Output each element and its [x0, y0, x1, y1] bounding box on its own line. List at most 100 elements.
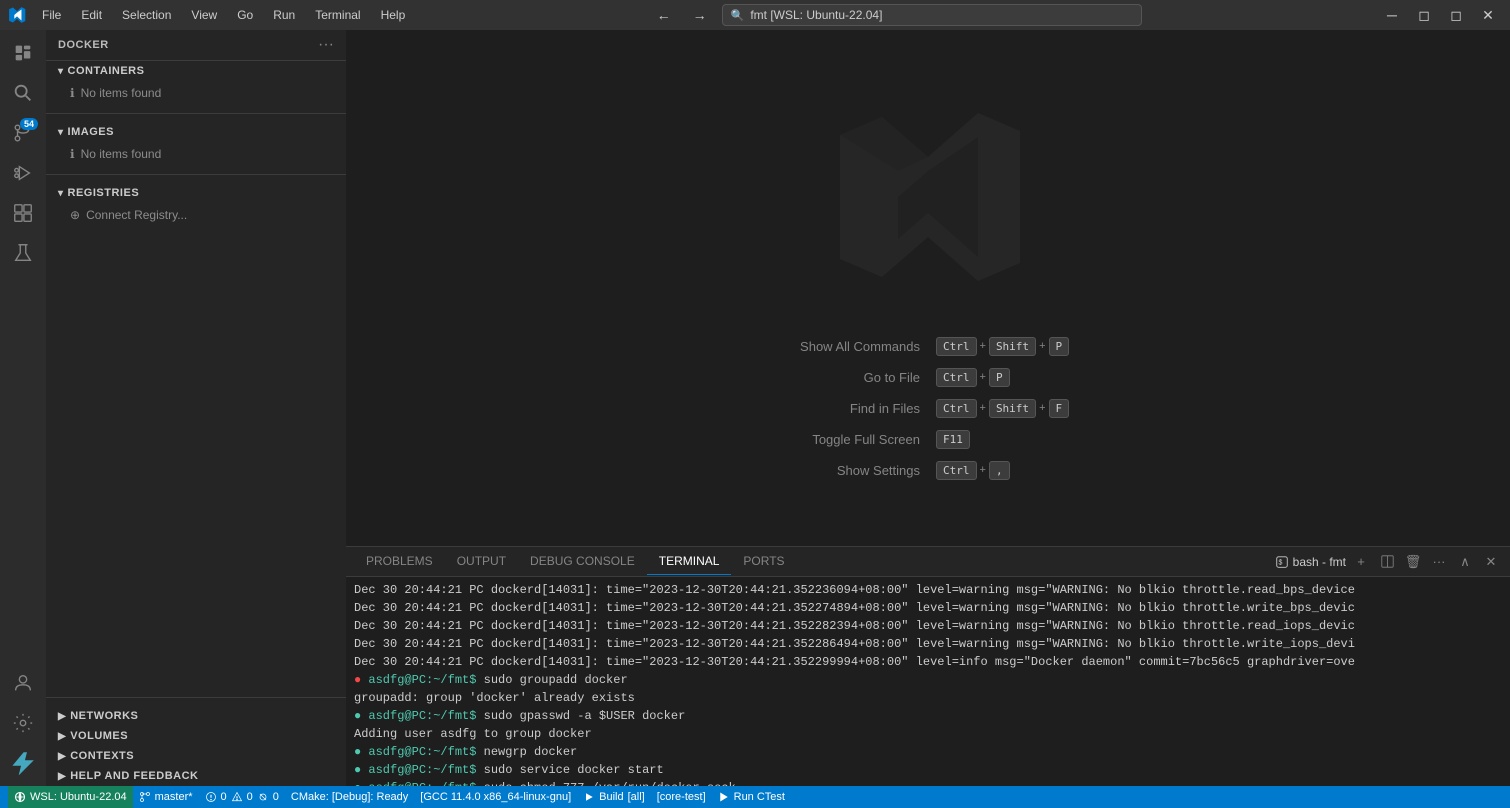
- images-section-header[interactable]: ▾ IMAGES: [46, 122, 346, 142]
- go-to-file-label: Go to File: [688, 370, 920, 385]
- command-all-commands: Show All Commands Ctrl + Shift + P: [688, 337, 1168, 356]
- volumes-chevron: ▶: [58, 731, 66, 742]
- sidebar-more-button[interactable]: ···: [318, 36, 334, 54]
- containers-section-header[interactable]: ▾ CONTAINERS: [46, 61, 346, 81]
- divider-3: [46, 697, 346, 698]
- tab-terminal[interactable]: TERMINAL: [647, 548, 732, 575]
- registries-section-header[interactable]: ▾ REGISTRIES: [46, 183, 346, 203]
- images-no-items: ℹ No items found: [46, 144, 346, 164]
- menu-run[interactable]: Run: [265, 6, 303, 24]
- terminal-content[interactable]: Dec 30 20:44:21 PC dockerd[14031]: time=…: [346, 577, 1510, 786]
- activity-settings[interactable]: [4, 704, 42, 742]
- activity-extensions[interactable]: [4, 194, 42, 232]
- activity-docker[interactable]: [4, 744, 42, 782]
- toggle-fullscreen-label: Toggle Full Screen: [688, 432, 920, 447]
- term-line-6: ● asdfg@PC:~/fmt$ sudo groupadd docker: [354, 671, 1502, 689]
- menu-selection[interactable]: Selection: [114, 6, 179, 24]
- term-line-7: groupadd: group 'docker' already exists: [354, 689, 1502, 707]
- close-button[interactable]: ✕: [1474, 4, 1502, 26]
- fullscreen-keys: F11: [936, 430, 1168, 449]
- close-panel-button[interactable]: ✕: [1480, 551, 1502, 573]
- volumes-label: VOLUMES: [70, 730, 128, 742]
- menu-go[interactable]: Go: [229, 6, 261, 24]
- containers-content: ℹ No items found: [46, 81, 346, 105]
- term-line-10: ● asdfg@PC:~/fmt$ newgrp docker: [354, 743, 1502, 761]
- images-content: ℹ No items found: [46, 142, 346, 166]
- terminal-more-button[interactable]: ···: [1428, 551, 1450, 573]
- term-line-9: Adding user asdfg to group docker: [354, 725, 1502, 743]
- kbd-f: F: [1049, 399, 1070, 418]
- find-in-files-keys: Ctrl + Shift + F: [936, 399, 1168, 418]
- vscode-logo: [8, 6, 26, 24]
- volumes-section-header[interactable]: ▶ VOLUMES: [46, 726, 346, 746]
- sidebar-title: DOCKER: [58, 39, 109, 51]
- images-no-items-text: No items found: [81, 147, 162, 161]
- kbd-shift-3: Shift: [989, 399, 1036, 418]
- status-cmake[interactable]: CMake: [Debug]: Ready: [285, 786, 414, 808]
- connect-registry-icon: ⊕: [70, 208, 80, 222]
- new-terminal-button[interactable]: +: [1350, 551, 1372, 573]
- help-chevron: ▶: [58, 771, 66, 782]
- restore-button[interactable]: ◻: [1410, 4, 1438, 26]
- sidebar: DOCKER ··· ▾ CONTAINERS ℹ No items found…: [46, 30, 346, 786]
- tab-debug-console[interactable]: DEBUG CONSOLE: [518, 548, 647, 575]
- tab-ports[interactable]: PORTS: [731, 548, 796, 575]
- status-wsl[interactable]: WSL: Ubuntu-22.04: [8, 786, 133, 808]
- menu-terminal[interactable]: Terminal: [307, 6, 368, 24]
- help-label: HELP AND FEEDBACK: [70, 770, 198, 782]
- menu-edit[interactable]: Edit: [73, 6, 110, 24]
- connect-registry-text: Connect Registry...: [86, 208, 187, 222]
- images-info-icon: ℹ: [70, 147, 75, 161]
- minimize-button[interactable]: ─: [1378, 4, 1406, 26]
- images-chevron: ▾: [58, 127, 64, 138]
- containers-no-items: ℹ No items found: [46, 83, 346, 103]
- contexts-section-header[interactable]: ▶ CONTEXTS: [46, 746, 346, 766]
- status-branch[interactable]: master*: [133, 786, 199, 808]
- tab-problems[interactable]: PROBLEMS: [354, 548, 445, 575]
- activity-run-debug[interactable]: [4, 154, 42, 192]
- kbd-ctrl-2: Ctrl: [936, 368, 977, 387]
- svg-text:$: $: [1278, 559, 1282, 566]
- titlebar-menu: File Edit Selection View Go Run Terminal…: [34, 6, 413, 24]
- maximize-button[interactable]: ◻: [1442, 4, 1470, 26]
- contexts-label: CONTEXTS: [70, 750, 134, 762]
- containers-label: CONTAINERS: [68, 65, 145, 77]
- status-errors[interactable]: 0 0 0: [199, 786, 285, 808]
- kill-terminal-button[interactable]: 🗑: [1402, 551, 1424, 573]
- kbd-shift-1: Shift: [989, 337, 1036, 356]
- term-line-4: Dec 30 20:44:21 PC dockerd[14031]: time=…: [354, 635, 1502, 653]
- activity-explorer[interactable]: [4, 34, 42, 72]
- source-control-badge: 54: [20, 118, 38, 130]
- status-core-test[interactable]: [core-test]: [651, 786, 712, 808]
- images-label: IMAGES: [68, 126, 114, 138]
- term-line-1: Dec 30 20:44:21 PC dockerd[14031]: time=…: [354, 581, 1502, 599]
- show-settings-label: Show Settings: [688, 463, 920, 478]
- activity-testing[interactable]: [4, 234, 42, 272]
- activity-account[interactable]: [4, 664, 42, 702]
- command-search-bar[interactable]: 🔍 fmt [WSL: Ubuntu-22.04]: [722, 4, 1142, 26]
- status-run-ctest[interactable]: Run CTest: [712, 786, 791, 808]
- networks-section-header[interactable]: ▶ NETWORKS: [46, 706, 346, 726]
- status-gcc[interactable]: [GCC 11.4.0 x86_64-linux-gnu]: [414, 786, 577, 808]
- settings-keys: Ctrl + ,: [936, 461, 1168, 480]
- nav-back-button[interactable]: ←: [650, 4, 678, 26]
- help-section-header[interactable]: ▶ HELP AND FEEDBACK: [46, 766, 346, 786]
- maximize-panel-button[interactable]: ∧: [1454, 551, 1476, 573]
- kbd-p-2: P: [989, 368, 1010, 387]
- tab-output[interactable]: OUTPUT: [445, 548, 518, 575]
- connect-registry-item[interactable]: ⊕ Connect Registry...: [46, 205, 346, 225]
- bash-label: $ bash - fmt: [1275, 555, 1346, 569]
- activity-source-control[interactable]: 54: [4, 114, 42, 152]
- split-terminal-button[interactable]: [1376, 551, 1398, 573]
- nav-forward-button[interactable]: →: [686, 4, 714, 26]
- status-bar: WSL: Ubuntu-22.04 master* 0 0 0 CMake: […: [0, 786, 1510, 808]
- editor-area: Show All Commands Ctrl + Shift + P Go to…: [346, 30, 1510, 786]
- activity-search[interactable]: [4, 74, 42, 112]
- status-build[interactable]: Build [all]: [577, 786, 651, 808]
- menu-help[interactable]: Help: [373, 6, 414, 24]
- sidebar-header: DOCKER ···: [46, 30, 346, 61]
- welcome-area: Show All Commands Ctrl + Shift + P Go to…: [346, 30, 1510, 546]
- registries-chevron: ▾: [58, 188, 64, 199]
- menu-view[interactable]: View: [183, 6, 225, 24]
- menu-file[interactable]: File: [34, 6, 69, 24]
